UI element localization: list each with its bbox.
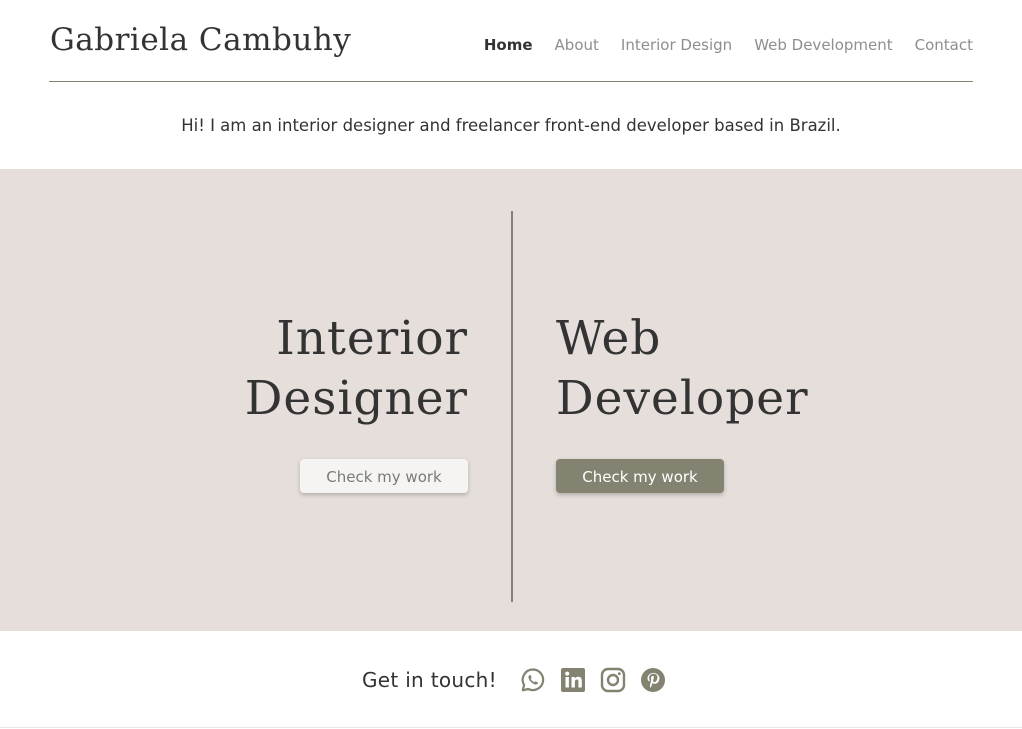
- header-divider: [49, 81, 973, 82]
- main-nav: Home About Interior Design Web Developme…: [484, 36, 973, 54]
- get-in-touch-label: Get in touch!: [362, 668, 497, 692]
- site-footer: Get in touch!: [0, 631, 1022, 728]
- hero-section: Interior Designer Check my work Web Deve…: [0, 169, 1022, 631]
- intro-text: Hi! I am an interior designer and freela…: [181, 116, 841, 135]
- nav-item-about[interactable]: About: [555, 36, 599, 54]
- linkedin-icon[interactable]: [559, 666, 587, 694]
- nav-item-web-development[interactable]: Web Development: [754, 36, 892, 54]
- nav-item-contact[interactable]: Contact: [915, 36, 973, 54]
- site-title[interactable]: Gabriela Cambuhy: [50, 22, 351, 58]
- contact-row: Get in touch!: [362, 666, 679, 694]
- role-line: Developer: [556, 371, 809, 426]
- interior-check-work-button[interactable]: Check my work: [300, 459, 468, 493]
- nav-item-interior-design[interactable]: Interior Design: [621, 36, 732, 54]
- nav-item-home[interactable]: Home: [484, 36, 533, 54]
- site-header: Gabriela Cambuhy Home About Interior Des…: [0, 0, 1022, 82]
- role-line: Interior: [276, 311, 468, 366]
- web-check-work-button[interactable]: Check my work: [556, 459, 724, 493]
- pinterest-icon[interactable]: [639, 666, 667, 694]
- role-line: Web: [556, 311, 662, 366]
- web-developer-column: Web Developer Check my work: [556, 309, 809, 493]
- role-line: Designer: [244, 371, 468, 426]
- hero-divider: [511, 211, 513, 602]
- interior-designer-column: Interior Designer Check my work: [245, 309, 468, 493]
- instagram-icon[interactable]: [599, 666, 627, 694]
- whatsapp-icon[interactable]: [519, 666, 547, 694]
- interior-designer-heading: Interior Designer: [245, 309, 468, 429]
- web-developer-heading: Web Developer: [556, 309, 809, 429]
